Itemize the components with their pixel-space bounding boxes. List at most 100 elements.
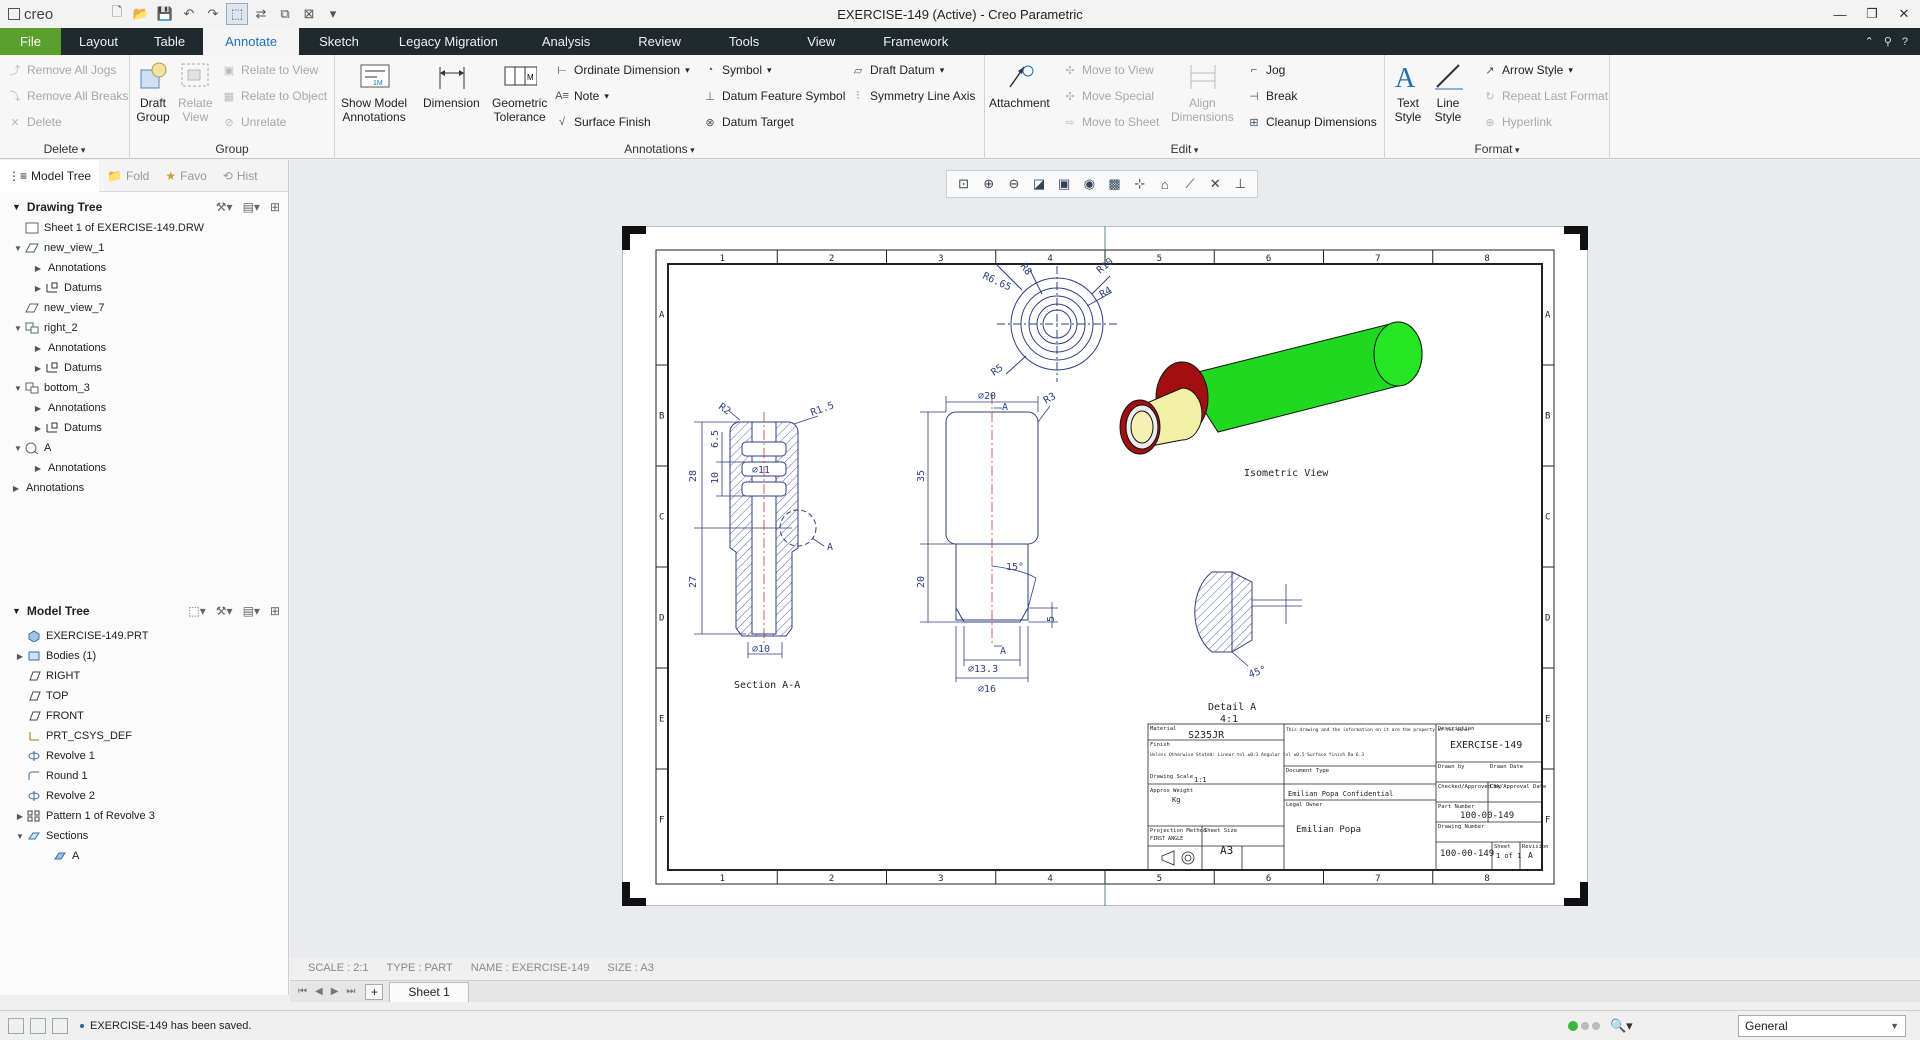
selection-box-icon[interactable]: ⬚ [226, 3, 248, 25]
expand-toggle-icon[interactable]: ▶ [32, 284, 44, 293]
annotation-display-icon[interactable]: ⌂ [1155, 174, 1175, 194]
open-icon[interactable]: 📂 [130, 3, 152, 25]
dim-6-5[interactable]: 6.5 [710, 430, 721, 448]
zoom-in-icon[interactable]: ⊕ [979, 174, 999, 194]
datum-feature-symbol-button[interactable]: ⊥ Datum Feature Symbol [703, 86, 845, 106]
section-arrow-a-top[interactable]: A [1002, 402, 1008, 413]
tab-legacy-migration[interactable]: Legacy Migration [379, 28, 518, 55]
draft-group-button[interactable]: Draft Group [136, 59, 170, 124]
expand-toggle-icon[interactable]: ▶ [32, 404, 44, 413]
drawing-tree-node[interactable]: ▶ Annotations [0, 398, 288, 418]
model-tree-node[interactable]: ▼ Sections [0, 826, 288, 846]
tb-revision[interactable]: A [1528, 851, 1533, 860]
group-annotations-label[interactable]: Annotations [335, 142, 984, 156]
tree-settings-icon[interactable]: ▤▾ [243, 200, 260, 214]
drawing-tree-node[interactable]: new_view_7 [0, 298, 288, 318]
dim-5[interactable]: 5 [1046, 616, 1057, 622]
drawing-tree-node[interactable]: ▶ Annotations [0, 258, 288, 278]
tab-framework[interactable]: Framework [859, 28, 972, 55]
last-sheet-icon[interactable]: ⏭ [346, 986, 355, 997]
drawing-tree-node[interactable]: ▶ Annotations [0, 478, 288, 498]
expand-toggle-icon[interactable]: ▼ [12, 384, 24, 393]
relate-view-button[interactable]: Relate View [178, 59, 213, 124]
maximize-button[interactable]: ❐ [1856, 0, 1888, 28]
move-to-sheet-button[interactable]: ⇨ Move to Sheet [1063, 112, 1159, 132]
tree-display-icon[interactable]: ⬚▾ [188, 604, 205, 618]
group-edit-label[interactable]: Edit [985, 142, 1384, 156]
repaint-icon[interactable]: ◪ [1029, 174, 1049, 194]
find-icon[interactable]: 🔍▾ [1610, 1018, 1633, 1034]
tb-drawing-number[interactable]: 100-00-149 [1440, 849, 1494, 859]
customize-icon[interactable]: ▾ [322, 3, 344, 25]
model-tree-node[interactable]: TOP [0, 686, 288, 706]
toggle-navigator-icon[interactable] [8, 1017, 24, 1034]
model-tree-node[interactable]: EXERCISE-149.PRT [0, 626, 288, 646]
ordinate-dimension-button[interactable]: ⊢ Ordinate Dimension ▾ [555, 60, 689, 80]
tab-tools[interactable]: Tools [705, 28, 783, 55]
text-style-button[interactable]: A Text Style [1391, 59, 1425, 124]
help-icon[interactable]: ? [1902, 36, 1908, 48]
drawing-tree-node[interactable]: ▶ Datums [0, 358, 288, 378]
section-a-a-label[interactable]: Section A-A [734, 680, 800, 691]
datum-target-button[interactable]: ⊗ Datum Target [703, 112, 793, 132]
group-delete-label[interactable]: Delete [0, 142, 129, 156]
draft-datum-button[interactable]: ▱ Draft Datum ▾ [851, 60, 944, 80]
dim-d16[interactable]: ⌀16 [978, 684, 996, 695]
selection-filter-dropdown[interactable]: General ▼ [1738, 1014, 1906, 1037]
geometric-tolerance-button[interactable]: M Geometric Tolerance [492, 59, 547, 124]
close-button[interactable]: ✕ [1888, 0, 1920, 28]
cleanup-dimensions-button[interactable]: ⊞ Cleanup Dimensions [1247, 112, 1376, 132]
point-display-icon[interactable]: ✕ [1205, 174, 1225, 194]
drawing-tree-node[interactable]: ▶ Datums [0, 418, 288, 438]
drawing-tree-node[interactable]: ▼ A [0, 438, 288, 458]
tab-table[interactable]: Table [136, 28, 203, 55]
tab-review[interactable]: Review [614, 28, 705, 55]
symbol-button[interactable]: ◔ Symbol ▾ [703, 60, 772, 80]
collapse-icon[interactable]: ▼ [12, 606, 21, 616]
sketch-display-icon[interactable]: ⟋ [1180, 174, 1200, 194]
expand-toggle-icon[interactable]: ▶ [32, 344, 44, 353]
drawing-tree-node[interactable]: Sheet 1 of EXERCISE-149.DRW [0, 218, 288, 238]
isometric-view-label[interactable]: Isometric View [1244, 468, 1329, 479]
note-button[interactable]: A≡ Note ▾ [555, 86, 609, 106]
expand-toggle-icon[interactable]: ▼ [12, 444, 24, 453]
regenerate-icon[interactable]: ⇄ [250, 3, 272, 25]
show-model-annotations-button[interactable]: 1M Show Model Annotations [341, 59, 407, 124]
full-screen-icon[interactable] [52, 1017, 68, 1034]
dim-10[interactable]: 10 [710, 472, 721, 484]
drawing-tree-node[interactable]: ▼ right_2 [0, 318, 288, 338]
unrelate-button[interactable]: ⊘ Unrelate [222, 112, 286, 132]
windows-icon[interactable]: ⧉ [274, 3, 296, 25]
relate-to-object-button[interactable]: ▦ Relate to Object [222, 86, 327, 106]
tab-sketch[interactable]: Sketch [299, 28, 379, 55]
tb-sheet-size[interactable]: A3 [1220, 844, 1233, 857]
dim-27[interactable]: 27 [688, 576, 699, 588]
tree-settings-icon[interactable]: ▤▾ [243, 604, 260, 618]
drawing-tree-header[interactable]: ▼ Drawing Tree ⚒▾ ▤▾ ⊞ [0, 196, 288, 218]
expand-toggle-icon[interactable]: ▶ [14, 652, 26, 661]
saved-views-icon[interactable]: ▩ [1105, 174, 1125, 194]
zoom-out-icon[interactable]: ⊖ [1004, 174, 1024, 194]
expand-toggle-icon[interactable]: ▶ [14, 812, 26, 821]
dimension-button[interactable]: Dimension [423, 59, 480, 110]
arrow-style-button[interactable]: ↗ Arrow Style ▾ [1483, 60, 1573, 80]
tb-scale[interactable]: 1:1 [1194, 776, 1207, 784]
hyperlink-button[interactable]: ⊕ Hyperlink [1483, 112, 1552, 132]
relate-to-view-button[interactable]: ▣ Relate to View [222, 60, 318, 80]
drawing-tree-node[interactable]: ▼ bottom_3 [0, 378, 288, 398]
add-sheet-button[interactable]: + [365, 983, 384, 1000]
dim-15-deg[interactable]: 15° [1006, 562, 1024, 573]
detail-a-label[interactable]: Detail A [1208, 702, 1256, 713]
tb-company[interactable]: Emilian Popa Confidential [1288, 790, 1393, 798]
refit-icon[interactable]: ⊡ [954, 174, 974, 194]
expand-toggle-icon[interactable]: ▶ [32, 264, 44, 273]
tree-filter-icon[interactable]: ⚒▾ [216, 604, 233, 618]
tab-file[interactable]: File [0, 28, 61, 55]
expand-toggle-icon[interactable]: ▼ [14, 832, 26, 841]
drawing-tree-node[interactable]: ▶ Annotations [0, 458, 288, 478]
drawing-tree-node[interactable]: ▶ Annotations [0, 338, 288, 358]
tab-model-tree[interactable]: ⋮≡ Model Tree [0, 159, 100, 192]
tab-annotate[interactable]: Annotate [203, 28, 300, 55]
model-tree-header[interactable]: ▼ Model Tree ⬚▾ ⚒▾ ▤▾ ⊞ [0, 600, 288, 622]
prev-sheet-icon[interactable]: ◀ [315, 986, 323, 997]
